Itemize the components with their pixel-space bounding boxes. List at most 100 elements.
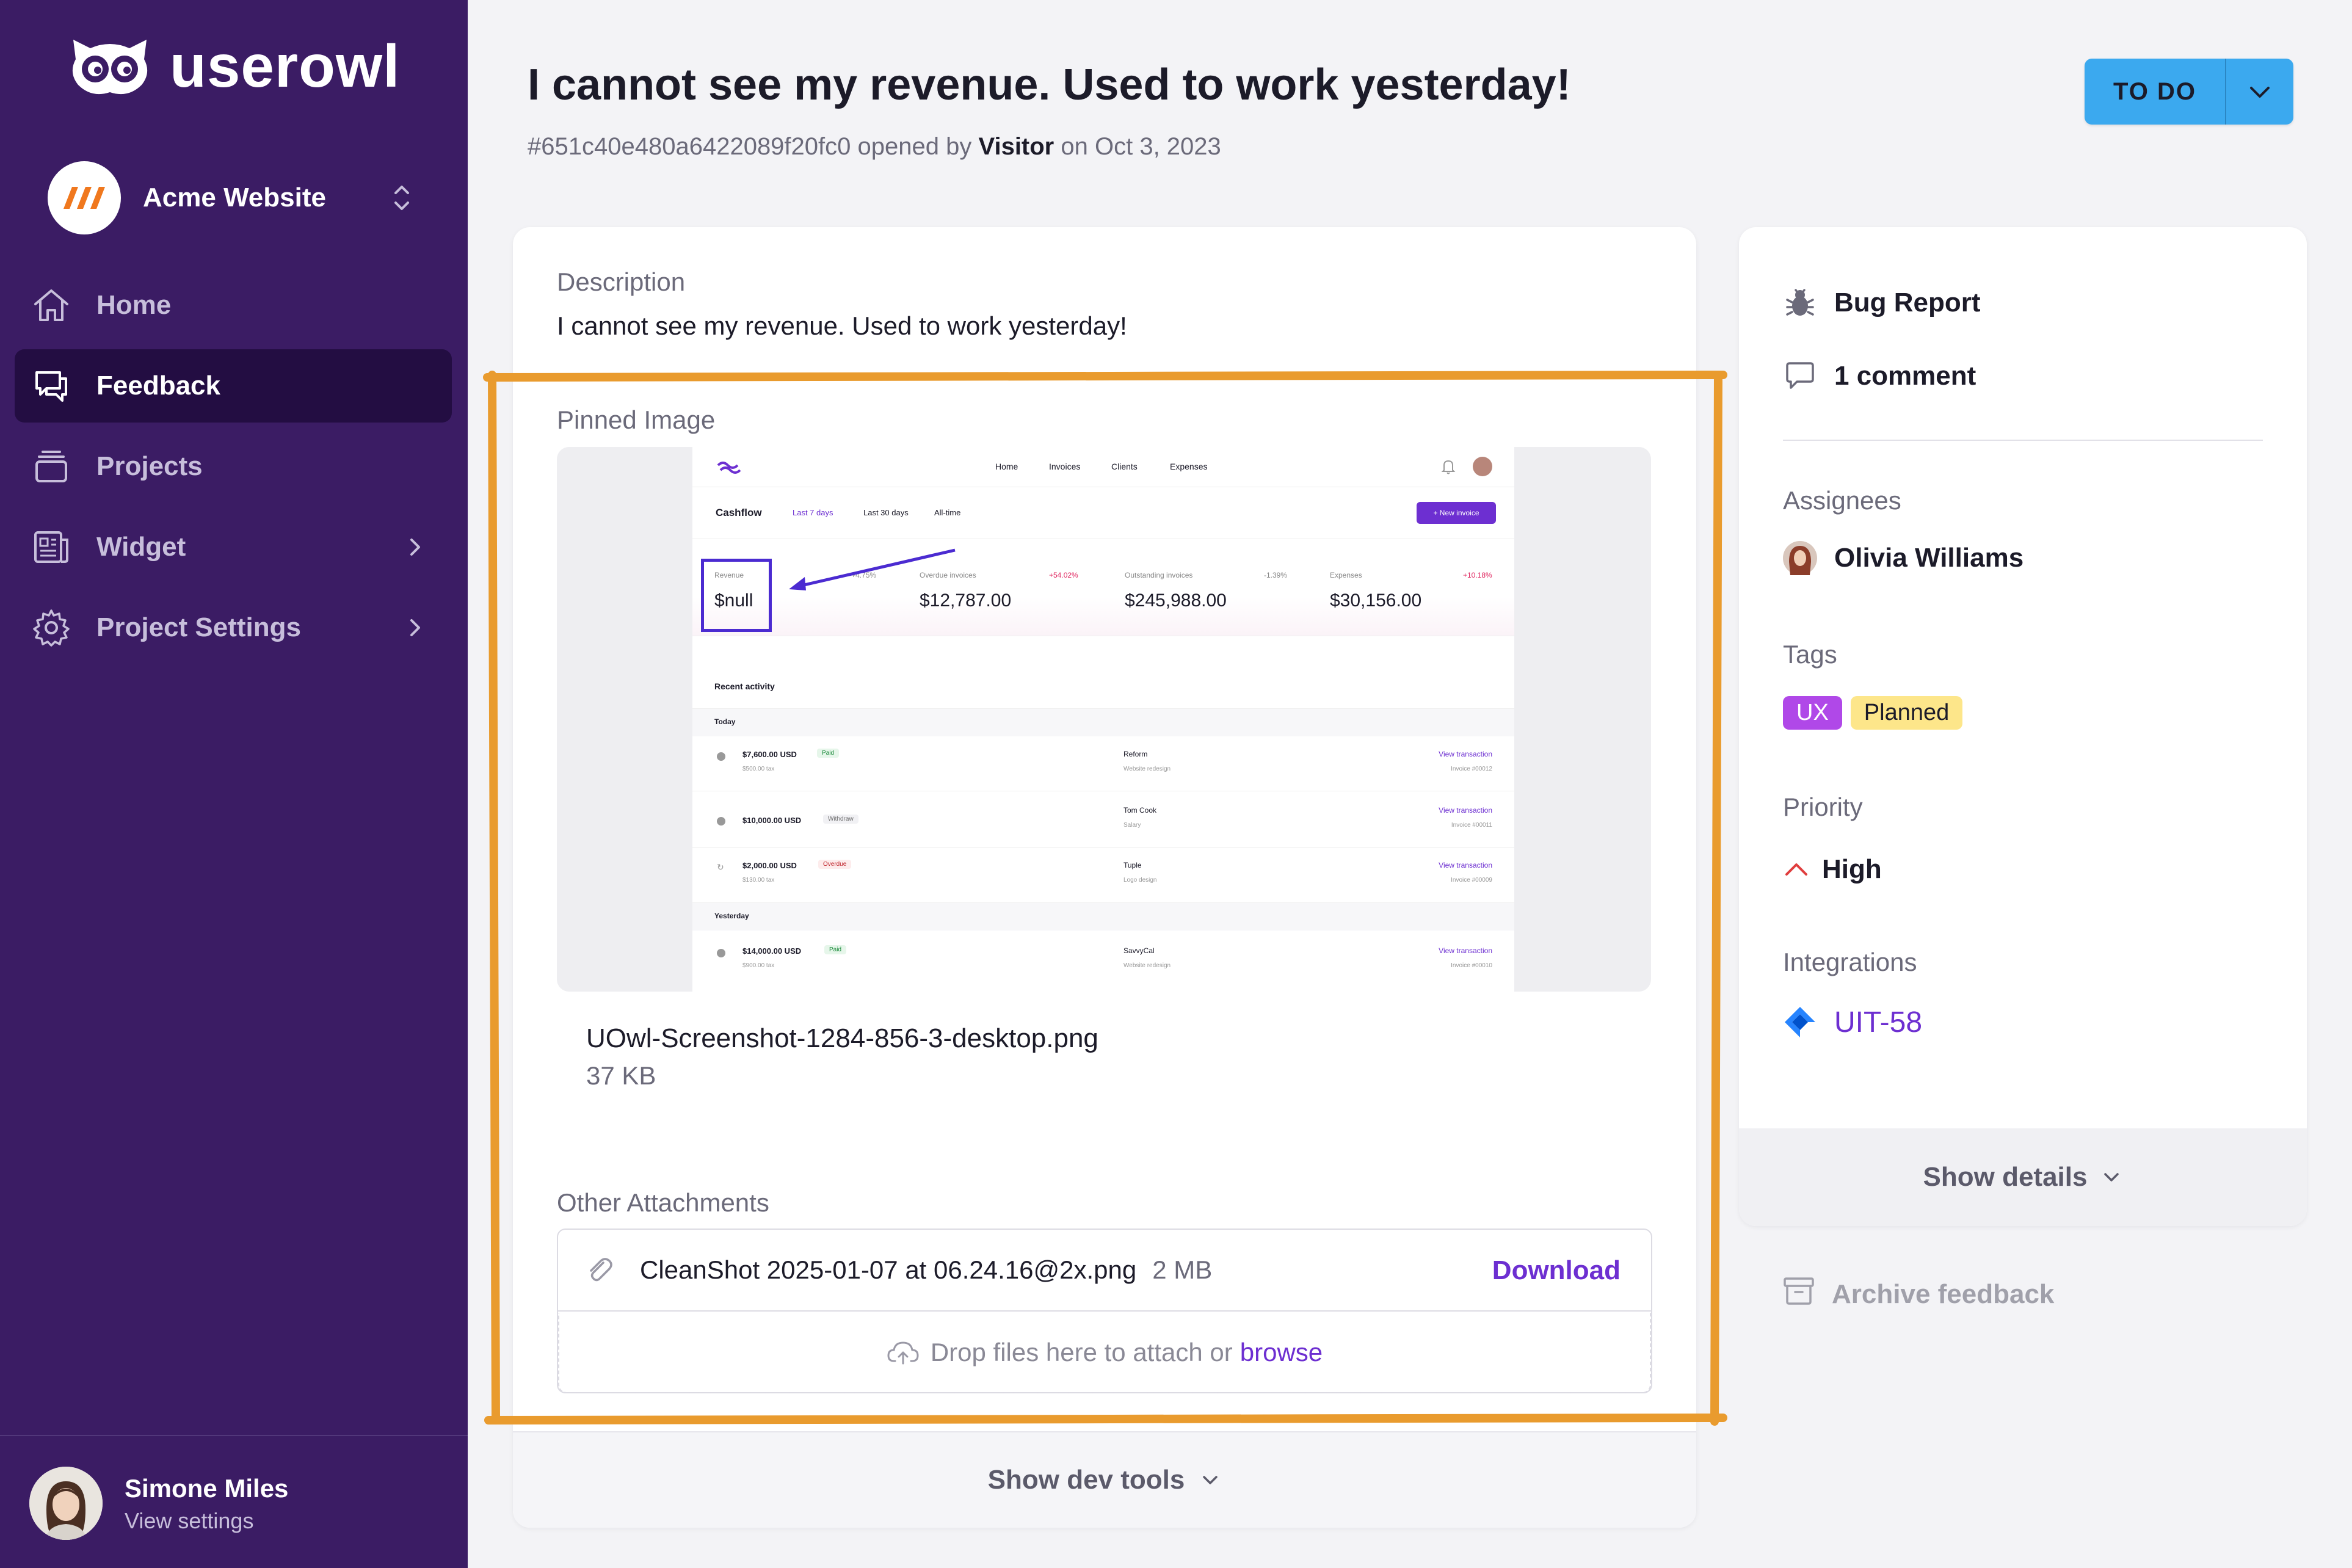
priority-label: Priority [1783, 793, 1863, 821]
attachment-size: 2 MB [1152, 1255, 1213, 1284]
screenshot-avatar [1473, 457, 1492, 476]
comment-icon [1786, 362, 1814, 389]
sidebar-item-label: Feedback [96, 371, 220, 401]
status-dropdown-toggle[interactable] [2226, 59, 2293, 125]
tag-planned[interactable]: Planned [1850, 696, 1963, 730]
user-avatar-icon [29, 1467, 103, 1540]
attachment-name: CleanShot 2025-01-07 at 06.24.16@2x.png [640, 1255, 1137, 1284]
feedback-icon [35, 371, 67, 402]
pinned-image-label: Pinned Image [557, 405, 716, 434]
screenshot-new-invoice: + New invoice [1417, 502, 1496, 524]
feedback-meta: #651c40e480a6422089f20fc0 opened by Visi… [528, 133, 1221, 161]
screenshot-stat-value: $30,156.00 [1330, 590, 1422, 611]
screenshot-nav-item: Home [995, 462, 1018, 471]
brand-logo[interactable]: userowl [67, 32, 400, 101]
user-name: Simone Miles [125, 1474, 289, 1503]
archive-feedback-button[interactable]: Archive feedback [1783, 1276, 2054, 1312]
sidebar-item-project-settings[interactable]: Project Settings [15, 591, 452, 664]
feedback-detail-card: Description I cannot see my revenue. Use… [513, 227, 1696, 1528]
description-text: I cannot see my revenue. Used to work ye… [557, 311, 1127, 340]
feedback-type-label: Bug Report [1834, 288, 1981, 318]
jira-icon [1785, 1007, 1815, 1037]
screenshot-highlight-box [701, 559, 772, 632]
feedback-type[interactable]: Bug Report [1783, 286, 1981, 320]
attachment-row: CleanShot 2025-01-07 at 06.24.16@2x.png … [558, 1230, 1651, 1312]
assignee-name: Olivia Williams [1834, 543, 2024, 573]
integration-item[interactable]: UIT-58 [1783, 1005, 1922, 1039]
pinned-image[interactable]: Home Invoices Clients Expenses Cashflow … [557, 447, 1651, 992]
screenshot-logo-icon [717, 462, 741, 474]
screenshot-stat-change: -1.39% [1264, 571, 1288, 579]
sidebar-item-projects[interactable]: Projects [15, 430, 452, 503]
sidebar-item-label: Home [96, 290, 172, 320]
workspace-switcher[interactable]: Acme Website [48, 160, 414, 236]
integrations-label: Integrations [1783, 948, 1917, 976]
assignee-avatar-icon [1783, 541, 1817, 575]
view-settings-link[interactable]: View settings [125, 1508, 253, 1534]
show-dev-tools-label: Show dev tools [987, 1465, 1185, 1495]
tags-label: Tags [1783, 640, 1837, 669]
assignee[interactable]: Olivia Williams [1783, 541, 2024, 575]
page-title: I cannot see my revenue. Used to work ye… [528, 60, 1571, 109]
screenshot-yesterday-header: Yesterday [692, 902, 1514, 931]
tag-ux[interactable]: UX [1783, 696, 1842, 730]
status-button[interactable]: TO DO [2085, 59, 2226, 125]
sidebar-item-label: Widget [96, 532, 186, 562]
cloud-upload-icon [887, 1341, 919, 1365]
workspace-avatar [48, 161, 121, 234]
screenshot-stat-change: +54.02% [1049, 571, 1078, 579]
screenshot-cashflow: Cashflow [716, 507, 762, 518]
chevron-up-icon [1785, 863, 1807, 876]
chevron-right-icon [410, 539, 420, 556]
feedback-author: Visitor [978, 133, 1054, 160]
workspace-name: Acme Website [143, 183, 326, 212]
pinned-file-name[interactable]: UOwl-Screenshot-1284-856-3-desktop.png [586, 1023, 1098, 1054]
chevron-down-icon [2250, 87, 2270, 98]
show-dev-tools-button[interactable]: Show dev tools [513, 1431, 1696, 1528]
priority-text: High [1822, 854, 1882, 884]
pinned-file-size: 37 KB [586, 1061, 656, 1090]
pinned-screenshot: Home Invoices Clients Expenses Cashflow … [692, 447, 1514, 992]
sidebar-item-label: Project Settings [96, 612, 301, 642]
sidebar-item-feedback[interactable]: Feedback [15, 349, 452, 423]
sidebar-item-home[interactable]: Home [15, 269, 452, 342]
feedback-id: #651c40e480a6422089f20fc0 [528, 133, 851, 160]
screenshot-stats-row: Revenue +4.75% $null Overdue invoices +5… [692, 539, 1514, 636]
show-details-button[interactable]: Show details [1739, 1128, 2307, 1226]
archive-label: Archive feedback [1832, 1279, 2055, 1309]
priority-value[interactable]: High [1783, 852, 1882, 887]
sidebar-item-widget[interactable]: Widget [15, 510, 452, 584]
screenshot-nav-item: Invoices [1049, 462, 1081, 471]
bell-icon [1441, 460, 1456, 474]
screenshot-row: ↻ $2,000.00 USD Overdue $130.00 tax Tupl… [717, 860, 1492, 884]
screenshot-range: Last 7 days [793, 508, 833, 517]
attachments-list: CleanShot 2025-01-07 at 06.24.16@2x.png … [557, 1229, 1652, 1393]
status-dropdown[interactable]: TO DO [2085, 59, 2293, 125]
comments-count[interactable]: 1 comment [1783, 359, 1976, 393]
download-link[interactable]: Download [1492, 1255, 1621, 1286]
screenshot-row: $7,600.00 USD Paid $500.00 tax Reform We… [692, 736, 1514, 791]
chevron-right-icon [410, 619, 420, 636]
screenshot-arrow-icon [789, 548, 956, 590]
screenshot-navbar: Home Invoices Clients Expenses [692, 447, 1514, 487]
assignees-label: Assignees [1783, 486, 1901, 515]
divider [1783, 440, 2263, 441]
sidebar-nav: Home Feedback Projects Widget Project Se… [15, 269, 452, 672]
chevron-down-icon [2104, 1173, 2119, 1181]
settings-icon [33, 609, 70, 647]
other-attachments-label: Other Attachments [557, 1188, 769, 1217]
user-menu[interactable]: Simone Miles View settings [0, 1435, 468, 1568]
tags-list: UX Planned [1783, 696, 1971, 730]
integration-issue-link[interactable]: UIT-58 [1834, 1006, 1922, 1039]
sidebar: userowl Acme Website Home Feedback Proje… [0, 0, 468, 1568]
screenshot-row: $14,000.00 USD Paid $900.00 tax SavvyCal… [692, 931, 1514, 985]
file-drop-zone[interactable]: Drop files here to attach or browse [558, 1313, 1651, 1393]
browse-link[interactable]: browse [1240, 1338, 1323, 1367]
feedback-date: on Oct 3, 2023 [1061, 133, 1221, 160]
comments-count-label: 1 comment [1834, 361, 1976, 391]
widget-icon [34, 531, 68, 563]
home-icon [34, 289, 68, 321]
bug-icon [1786, 289, 1814, 316]
feedback-properties-card: Bug Report 1 comment Assignees Olivia Wi… [1739, 227, 2307, 1226]
sidebar-item-label: Projects [96, 451, 203, 481]
